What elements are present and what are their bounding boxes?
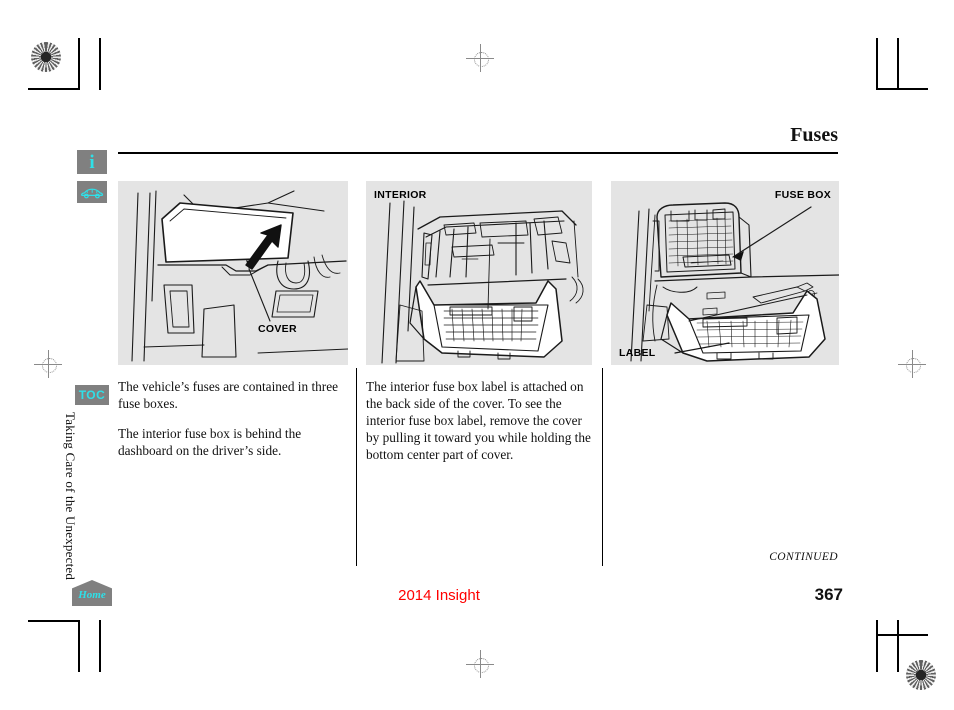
column-divider-2	[602, 368, 604, 566]
title-rule	[118, 152, 838, 154]
column-divider-1	[356, 368, 358, 566]
toc-label: TOC	[78, 388, 106, 402]
page-number: 367	[814, 585, 843, 604]
crop-mark-bl-v2	[99, 620, 101, 672]
crop-mark-tr-h	[876, 88, 928, 90]
manual-page: i TOC Taking Care of the Unexpected Home…	[0, 0, 954, 710]
column-2: INTERIOR The interior fuse box label is …	[366, 181, 592, 463]
callout-cover: COVER	[258, 323, 297, 335]
car-icon	[80, 188, 104, 198]
registration-target-bottom-right	[906, 660, 936, 690]
crop-mark-bl-v	[78, 620, 80, 672]
column-1-text: The vehicle’s fuses are contained in thr…	[118, 378, 348, 459]
continued-marker: CONTINUED	[769, 551, 838, 563]
crop-mark-tl-v	[78, 38, 80, 90]
registration-crosshair-bottom	[466, 650, 494, 678]
column-2-text: The interior fuse box label is attached …	[366, 378, 592, 463]
info-icon: i	[89, 151, 95, 173]
fuse-box-label-drawing	[630, 202, 839, 362]
callout-label: LABEL	[619, 347, 656, 359]
crop-mark-br-v	[876, 620, 878, 672]
toc-button[interactable]: TOC	[75, 385, 109, 405]
figure-interior-fuse-box: INTERIOR	[366, 181, 592, 365]
figure-fuse-box-label: FUSE BOX LABEL	[611, 181, 839, 365]
crop-mark-tr-v2	[897, 38, 899, 90]
registration-target-top-left	[31, 42, 61, 72]
registration-crosshair-left	[34, 350, 62, 378]
page-title: Fuses	[790, 124, 838, 146]
interior-fuse-box-drawing	[381, 200, 584, 364]
crop-mark-tr-v	[876, 38, 878, 90]
column-3: FUSE BOX LABEL	[611, 181, 839, 365]
paragraph: The interior fuse box is behind the dash…	[118, 426, 302, 459]
figure-fuse-box-cover: COVER	[118, 181, 348, 365]
crop-mark-tl-h	[28, 88, 80, 90]
registration-crosshair-right	[898, 350, 926, 378]
callout-fuse-box: FUSE BOX	[774, 189, 831, 201]
info-button[interactable]: i	[77, 150, 107, 174]
crop-mark-tl-v2	[99, 38, 101, 90]
paragraph: The interior fuse box label is attached …	[366, 379, 591, 463]
paragraph: The vehicle’s fuses are contained in thr…	[118, 379, 339, 412]
column-1: COVER The vehicle’s fuses are contained …	[118, 181, 348, 459]
chapter-tab-label: Taking Care of the Unexpected	[63, 412, 78, 581]
crop-mark-bl-h	[28, 620, 80, 622]
crop-mark-br-h	[876, 634, 928, 636]
crop-mark-br-v2	[897, 620, 899, 672]
fuse-box-cover-drawing	[131, 190, 348, 362]
registration-crosshair-top	[466, 44, 494, 72]
vehicle-button[interactable]	[77, 181, 107, 203]
model-footer: 2014 Insight	[398, 587, 480, 604]
callout-interior: INTERIOR	[374, 189, 427, 201]
